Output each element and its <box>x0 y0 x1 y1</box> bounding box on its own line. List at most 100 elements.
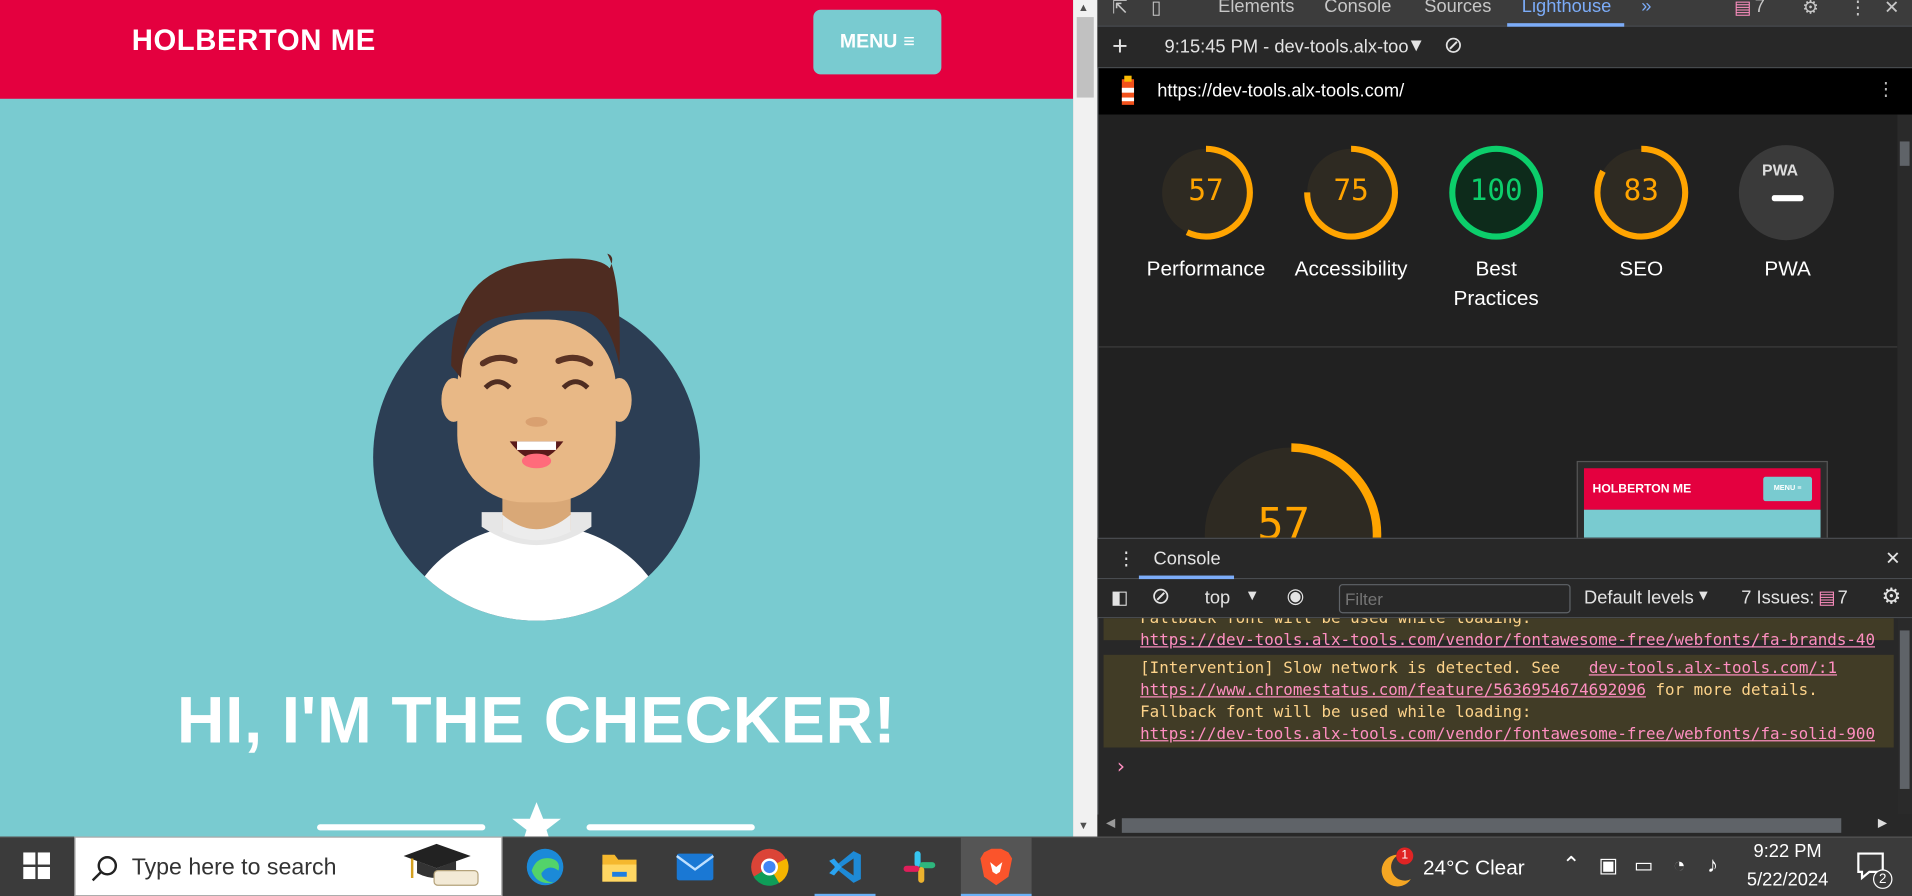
live-expression-eye-icon[interactable]: ◉ <box>1286 584 1304 608</box>
weather-badge: 1 <box>1396 847 1414 865</box>
webpage-viewport: HOLBERTON ME MENU ≡ HI, I'M THE CHECKER! <box>0 0 1074 837</box>
big-performance-score: 57 <box>1257 499 1311 538</box>
context-dropdown-icon[interactable]: ▼ <box>1245 587 1259 604</box>
page-screenshot-thumbnail[interactable]: HOLBERTON ME MENU ≡ <box>1576 460 1828 538</box>
context-selector[interactable]: top <box>1205 588 1230 609</box>
gauge-pwa-label[interactable]: PWA <box>1708 255 1867 284</box>
sidebar-toggle-icon[interactable]: ◧ <box>1111 587 1128 609</box>
devtools-tab-bar: ⇱ ▯ Elements Console Sources Lighthouse … <box>1097 0 1912 27</box>
console-prompt[interactable]: › <box>1115 755 1127 779</box>
notification-count-badge: 2 <box>1872 869 1893 889</box>
edge-browser-icon[interactable] <box>515 844 576 890</box>
device-toolbar-icon[interactable]: ▯ <box>1151 0 1161 18</box>
tab-elements[interactable]: Elements <box>1218 0 1294 17</box>
warning-1-text: Fallback font will be used while loading… <box>1140 618 1532 628</box>
divider-right <box>586 824 755 831</box>
issues-count[interactable]: 7 <box>1755 0 1765 17</box>
brave-browser-icon[interactable] <box>966 844 1027 890</box>
gauge-accessibility-score: 75 <box>1333 173 1369 208</box>
drawer-menu-icon[interactable]: ⋮ <box>1117 548 1135 570</box>
console-settings-gear-icon[interactable]: ⚙ <box>1882 584 1902 610</box>
wifi-icon[interactable]: ◔ <box>1673 854 1686 878</box>
gauge-seo-label[interactable]: SEO <box>1562 255 1721 284</box>
gauge-accessibility-label[interactable]: Accessibility <box>1272 255 1431 284</box>
report-url[interactable]: https://dev-tools.alx-tools.com/ <box>1157 80 1404 101</box>
levels-dropdown-icon[interactable]: ▼ <box>1696 587 1710 604</box>
issues-label[interactable]: 7 Issues: <box>1741 588 1814 609</box>
lighthouse-logo-icon <box>1121 75 1135 105</box>
gauge-best-practices-label[interactable]: Best Practices <box>1417 255 1576 314</box>
log-levels-dropdown[interactable]: Default levels <box>1584 588 1694 609</box>
report-menu-icon[interactable]: ⋮ <box>1877 78 1895 100</box>
report-dropdown-icon[interactable]: ▼ <box>1407 35 1425 56</box>
report-scrollbar-thumb[interactable] <box>1899 141 1910 166</box>
warning-2-line3: Fallback font will be used while loading… <box>1140 703 1532 722</box>
warning-2-link[interactable]: https://www.chromestatus.com/feature/563… <box>1140 682 1646 700</box>
divider-left <box>317 824 486 831</box>
report-scrollbar[interactable] <box>1897 114 1912 538</box>
mail-icon[interactable] <box>665 844 726 890</box>
chrome-icon[interactable] <box>739 844 800 890</box>
scroll-up-arrow-icon[interactable]: ▲ <box>1078 1 1089 13</box>
volume-icon[interactable]: ♪ <box>1707 852 1718 878</box>
clear-console-icon[interactable]: ⊘ <box>1151 583 1170 611</box>
issues-icon[interactable]: ▤ <box>1734 0 1751 18</box>
hscroll-thumb[interactable] <box>1121 818 1842 833</box>
meet-now-icon[interactable]: ▣ <box>1599 854 1619 878</box>
search-placeholder[interactable]: Type here to search <box>132 855 337 882</box>
console-horizontal-scrollbar[interactable]: ◀ ▶ <box>1097 814 1898 837</box>
tab-sources[interactable]: Sources <box>1424 0 1491 17</box>
warning-2-text: [Intervention] Slow network is detected.… <box>1140 659 1561 678</box>
warning-1-link[interactable]: https://dev-tools.alx-tools.com/vendor/f… <box>1140 630 1894 652</box>
scroll-down-arrow-icon[interactable]: ▼ <box>1078 819 1089 831</box>
menu-button[interactable]: MENU ≡ <box>813 9 942 75</box>
drawer-tab-console[interactable]: Console <box>1154 549 1221 570</box>
thumbnail-logo: HOLBERTON ME <box>1592 482 1692 497</box>
clock-time[interactable]: 9:22 PM <box>1732 841 1844 862</box>
console-vertical-scrollbar[interactable] <box>1897 618 1912 815</box>
gauge-pwa-background <box>1738 145 1834 241</box>
console-scroll-thumb[interactable] <box>1899 630 1910 789</box>
weather-text[interactable]: 24°C Clear <box>1423 856 1525 880</box>
inspect-element-icon[interactable]: ⇱ <box>1112 0 1127 18</box>
console-issues-count[interactable]: 7 <box>1838 588 1848 609</box>
hscroll-left-icon[interactable]: ◀ <box>1106 817 1115 830</box>
site-logo[interactable]: HOLBERTON ME <box>132 24 376 58</box>
close-devtools-icon[interactable]: ✕ <box>1884 0 1899 18</box>
console-filter-input[interactable] <box>1338 584 1571 614</box>
settings-gear-icon[interactable]: ⚙ <box>1802 0 1818 18</box>
file-explorer-icon[interactable] <box>589 844 650 890</box>
vscode-icon[interactable] <box>815 844 876 890</box>
page-scrollbar[interactable] <box>1073 0 1098 837</box>
show-hidden-icons-chevron-icon[interactable]: ⌃ <box>1562 852 1580 878</box>
lighthouse-toolbar: + 9:15:45 PM - dev-tools.alx-too ▼ ⊘ <box>1097 26 1912 69</box>
slack-icon[interactable] <box>889 844 950 890</box>
page-scrollbar-thumb[interactable] <box>1076 17 1094 98</box>
console-issues-icon[interactable]: ▤ <box>1818 587 1835 609</box>
report-divider <box>1098 346 1898 348</box>
search-icon <box>91 856 118 882</box>
warning-2-source-link[interactable]: dev-tools.alx-tools.com/:1 <box>1589 658 1837 680</box>
site-header: HOLBERTON ME MENU ≡ <box>0 0 1074 99</box>
more-options-icon[interactable]: ⋮ <box>1849 0 1867 18</box>
report-selector[interactable]: 9:15:45 PM - dev-tools.alx-too <box>1165 37 1409 58</box>
tab-console[interactable]: Console <box>1324 0 1391 17</box>
menu-label: MENU <box>839 31 898 52</box>
battery-icon[interactable]: ▭ <box>1634 854 1654 878</box>
windows-start-icon[interactable] <box>23 852 50 880</box>
hero-title: HI, I'M THE CHECKER! <box>176 684 897 758</box>
warning-2-link2[interactable]: https://dev-tools.alx-tools.com/vendor/f… <box>1140 724 1894 746</box>
clock-date[interactable]: 5/22/2024 <box>1732 869 1844 890</box>
console-toolbar: ◧ ⊘ top ▼ ◉ Default levels ▼ 7 Issues: ▤… <box>1097 579 1912 619</box>
close-drawer-icon[interactable]: ✕ <box>1885 548 1900 570</box>
avatar-illustration <box>373 253 700 621</box>
gauge-performance-label[interactable]: Performance <box>1127 255 1286 284</box>
new-report-plus-icon[interactable]: + <box>1112 30 1128 62</box>
console-warning-1: Fallback font will be used while loading… <box>1103 618 1894 650</box>
hscroll-right-icon[interactable]: ▶ <box>1878 817 1887 830</box>
drawer-tab-bar: ⋮ Console ✕ <box>1097 537 1912 580</box>
more-tabs-chevron-icon[interactable]: » <box>1641 0 1651 17</box>
console-warning-2: [Intervention] Slow network is detected.… <box>1103 654 1894 748</box>
tab-lighthouse[interactable]: Lighthouse <box>1522 0 1612 17</box>
clear-reports-icon[interactable]: ⊘ <box>1444 32 1463 60</box>
